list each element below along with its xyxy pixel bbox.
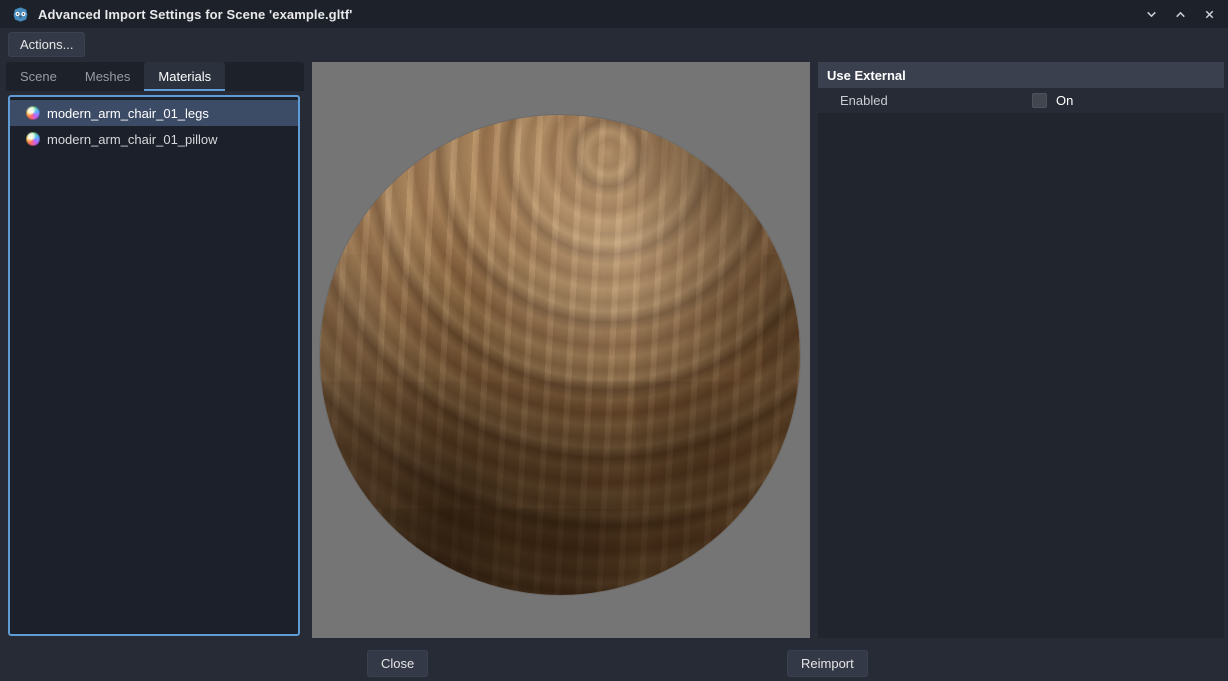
material-name: modern_arm_chair_01_pillow xyxy=(47,132,218,147)
material-sphere-icon xyxy=(26,106,40,120)
enabled-checkbox-label: On xyxy=(1056,93,1073,108)
window-controls xyxy=(1145,8,1216,21)
title-bar: Advanced Import Settings for Scene 'exam… xyxy=(0,0,1228,28)
tab-materials[interactable]: Materials xyxy=(144,62,225,91)
actions-button[interactable]: Actions... xyxy=(8,32,85,57)
godot-logo-icon xyxy=(12,6,29,23)
tab-bar: Scene Meshes Materials xyxy=(6,62,304,91)
chevron-down-icon[interactable] xyxy=(1145,8,1158,21)
enabled-checkbox[interactable] xyxy=(1032,93,1047,108)
window-title: Advanced Import Settings for Scene 'exam… xyxy=(38,7,352,22)
menu-bar: Actions... xyxy=(0,28,1228,61)
list-item-material-pillow[interactable]: modern_arm_chair_01_pillow xyxy=(10,126,298,152)
inspector-panel: Use External Enabled On xyxy=(818,62,1224,638)
material-name: modern_arm_chair_01_legs xyxy=(47,106,209,121)
property-label-enabled: Enabled xyxy=(840,93,1032,108)
maximize-icon[interactable] xyxy=(1174,8,1187,21)
list-item-material-legs[interactable]: modern_arm_chair_01_legs xyxy=(10,100,298,126)
material-sphere-icon xyxy=(26,132,40,146)
advanced-import-settings-window: Advanced Import Settings for Scene 'exam… xyxy=(0,0,1228,681)
close-button[interactable]: Close xyxy=(367,650,428,677)
material-preview-viewport[interactable] xyxy=(312,62,810,638)
tab-meshes[interactable]: Meshes xyxy=(71,62,145,91)
use-external-section-header[interactable]: Use External xyxy=(818,62,1224,88)
preview-sphere xyxy=(320,115,800,595)
reimport-button[interactable]: Reimport xyxy=(787,650,868,677)
close-icon[interactable] xyxy=(1203,8,1216,21)
materials-list-panel: modern_arm_chair_01_legs modern_arm_chai… xyxy=(8,95,300,636)
tab-scene[interactable]: Scene xyxy=(6,62,71,91)
property-row-enabled: Enabled On xyxy=(818,88,1224,113)
